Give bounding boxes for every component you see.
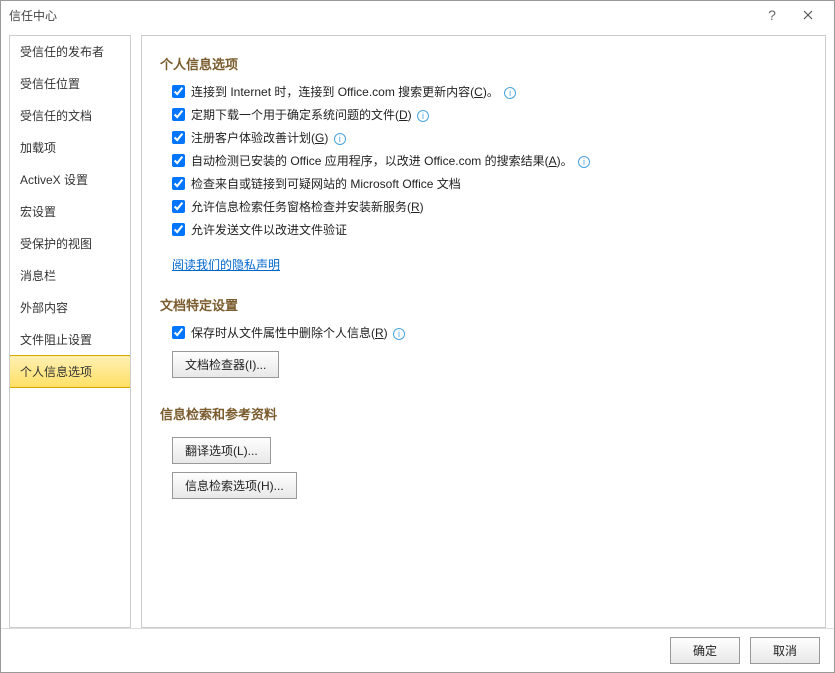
section-title-research: 信息检索和参考资料 <box>160 404 807 423</box>
window-title: 信任中心 <box>9 7 754 24</box>
section-title-docspec: 文档特定设置 <box>160 295 807 314</box>
personal-check-row-0: 连接到 Internet 时，连接到 Office.com 搜索更新内容(C)。… <box>172 83 807 100</box>
sidebar-item-label: 个人信息选项 <box>20 365 92 379</box>
personal-check-label-0: 连接到 Internet 时，连接到 Office.com 搜索更新内容(C)。… <box>191 83 516 100</box>
sidebar-item-3[interactable]: 加载项 <box>10 132 130 164</box>
remove-personal-info-row: 保存时从文件属性中删除个人信息(R) i <box>172 324 807 341</box>
sidebar-item-label: 消息栏 <box>20 269 56 283</box>
help-button[interactable]: ? <box>754 2 790 28</box>
sidebar-item-label: 受信任的文档 <box>20 109 92 123</box>
personal-check-row-5: 允许信息检索任务窗格检查并安装新服务(R) <box>172 198 807 215</box>
personal-checkbox-3[interactable] <box>172 154 185 167</box>
info-icon[interactable]: i <box>504 87 516 99</box>
dialog-footer: 确定 取消 <box>1 628 834 672</box>
titlebar: 信任中心 ? <box>1 1 834 29</box>
personal-check-row-2: 注册客户体验改善计划(G) i <box>172 129 807 146</box>
personal-check-label-5: 允许信息检索任务窗格检查并安装新服务(R) <box>191 198 424 215</box>
sidebar-item-1[interactable]: 受信任位置 <box>10 68 130 100</box>
info-icon[interactable]: i <box>578 156 590 168</box>
sidebar-item-10[interactable]: 个人信息选项 <box>9 355 131 388</box>
sidebar-item-5[interactable]: 宏设置 <box>10 196 130 228</box>
close-icon <box>803 10 813 20</box>
translation-options-button[interactable]: 翻译选项(L)... <box>172 437 271 464</box>
content-panel: 个人信息选项 连接到 Internet 时，连接到 Office.com 搜索更… <box>141 35 826 628</box>
personal-check-row-6: 允许发送文件以改进文件验证 <box>172 221 807 238</box>
sidebar: 受信任的发布者受信任位置受信任的文档加载项 ActiveX 设置宏设置受保护的视图… <box>9 35 131 628</box>
personal-check-label-2: 注册客户体验改善计划(G) i <box>191 129 346 146</box>
personal-check-row-3: 自动检测已安装的 Office 应用程序，以改进 Office.com 的搜索结… <box>172 152 807 169</box>
sidebar-item-label: 受信任位置 <box>20 77 80 91</box>
sidebar-item-6[interactable]: 受保护的视图 <box>10 228 130 260</box>
personal-checkbox-1[interactable] <box>172 108 185 121</box>
sidebar-item-label: 受信任的发布者 <box>20 45 104 59</box>
sidebar-item-7[interactable]: 消息栏 <box>10 260 130 292</box>
research-options-button[interactable]: 信息检索选项(H)... <box>172 472 297 499</box>
privacy-statement-link[interactable]: 阅读我们的隐私声明 <box>172 256 280 273</box>
info-icon[interactable]: i <box>334 133 346 145</box>
sidebar-item-label: ActiveX 设置 <box>20 173 88 187</box>
sidebar-item-9[interactable]: 文件阻止设置 <box>10 324 130 356</box>
document-inspector-button[interactable]: 文档检查器(I)... <box>172 351 279 378</box>
info-icon[interactable]: i <box>417 110 429 122</box>
personal-checkbox-0[interactable] <box>172 85 185 98</box>
personal-check-label-3: 自动检测已安装的 Office 应用程序，以改进 Office.com 的搜索结… <box>191 152 590 169</box>
personal-check-row-1: 定期下载一个用于确定系统问题的文件(D) i <box>172 106 807 123</box>
remove-personal-info-checkbox[interactable] <box>172 326 185 339</box>
sidebar-item-label: 受保护的视图 <box>20 237 92 251</box>
sidebar-item-2[interactable]: 受信任的文档 <box>10 100 130 132</box>
trust-center-dialog: 信任中心 ? 受信任的发布者受信任位置受信任的文档加载项 ActiveX 设置宏设… <box>0 0 835 673</box>
sidebar-item-label: 加载项 <box>20 141 56 155</box>
personal-checkbox-6[interactable] <box>172 223 185 236</box>
info-icon[interactable]: i <box>393 328 405 340</box>
sidebar-item-4[interactable]: ActiveX 设置 <box>10 164 130 196</box>
cancel-button[interactable]: 取消 <box>750 637 820 664</box>
sidebar-item-8[interactable]: 外部内容 <box>10 292 130 324</box>
personal-check-row-4: 检查来自或链接到可疑网站的 Microsoft Office 文档 <box>172 175 807 192</box>
remove-personal-info-label: 保存时从文件属性中删除个人信息(R) i <box>191 324 405 341</box>
personal-checkbox-5[interactable] <box>172 200 185 213</box>
personal-check-label-1: 定期下载一个用于确定系统问题的文件(D) i <box>191 106 429 123</box>
sidebar-item-0[interactable]: 受信任的发布者 <box>10 36 130 68</box>
personal-check-label-6: 允许发送文件以改进文件验证 <box>191 221 347 238</box>
close-button[interactable] <box>790 2 826 28</box>
sidebar-item-label: 外部内容 <box>20 301 68 315</box>
section-title-personal: 个人信息选项 <box>160 54 807 73</box>
personal-checkbox-2[interactable] <box>172 131 185 144</box>
personal-check-label-4: 检查来自或链接到可疑网站的 Microsoft Office 文档 <box>191 175 461 192</box>
sidebar-item-label: 宏设置 <box>20 205 56 219</box>
dialog-body: 受信任的发布者受信任位置受信任的文档加载项 ActiveX 设置宏设置受保护的视图… <box>1 29 834 628</box>
ok-button[interactable]: 确定 <box>670 637 740 664</box>
sidebar-item-label: 文件阻止设置 <box>20 333 92 347</box>
personal-checkbox-4[interactable] <box>172 177 185 190</box>
